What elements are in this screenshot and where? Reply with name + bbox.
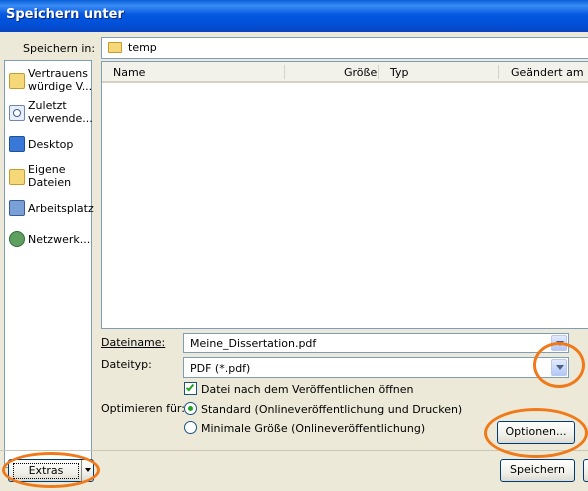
place-label: Eigene Dateien [28,163,72,189]
places-bar: Vertrauens würdige V... Zuletzt verwende… [4,60,94,468]
filetype-label: Dateityp: [101,358,152,371]
filename-label-text: Dateiname: [101,336,166,349]
column-type[interactable]: Typ [390,66,409,79]
save-button-label: Speichern [510,463,565,476]
radio-selected-dot [188,406,193,411]
filename-input[interactable]: Meine_Dissertation.pdf [183,333,569,353]
checkmark-icon [185,382,195,392]
optimize-standard-radio[interactable] [184,402,197,415]
save-button[interactable]: Speichern [500,459,575,482]
column-divider[interactable] [378,65,379,79]
place-label: Netzwerk... [28,233,91,246]
column-size[interactable]: Größe [344,66,377,79]
column-header-row: Name Größe Typ Geändert am [102,62,588,83]
place-recent[interactable]: Zuletzt verwende... [5,99,93,129]
recent-icon [9,105,25,121]
window-title: Speichern unter [6,7,124,22]
desktop-icon [9,136,25,152]
place-my-documents[interactable]: Eigene Dateien [5,163,91,193]
optimize-minimum-radio[interactable] [184,421,197,434]
highlight-circle-filetype-dropdown [533,342,585,388]
optimize-label: Optimieren für: [101,402,185,415]
network-icon [9,231,25,247]
cancel-button[interactable] [583,459,588,482]
highlight-circle-options-button [484,408,588,458]
folder-icon [9,73,25,89]
place-my-computer[interactable]: Arbeitsplatz [5,200,94,216]
open-after-publish-label: Datei nach dem Veröffentlichen öffnen [201,383,414,396]
column-modified[interactable]: Geändert am [511,66,584,79]
place-trusted[interactable]: Vertrauens würdige V... [5,67,93,97]
place-label: Desktop [28,138,74,151]
highlight-circle-tools-button [2,452,100,488]
optimize-minimum-label: Minimale Größe (Onlineveröffentlichung) [201,422,426,435]
filename-label: Dateiname: [101,336,165,349]
computer-icon [9,200,25,216]
place-desktop[interactable]: Desktop [5,136,91,152]
place-network[interactable]: Netzwerk... [5,231,91,247]
save-in-folder: temp [128,41,157,54]
filename-value: Meine_Dissertation.pdf [190,337,317,350]
save-in-combo[interactable]: temp [101,37,588,59]
column-divider[interactable] [498,65,499,79]
column-divider[interactable] [284,65,285,79]
title-bar: Speichern unter [0,0,588,32]
save-in-label: Speichern in: [23,42,96,55]
save-as-dialog: Speichern unter Speichern in: temp Vertr… [0,0,588,491]
filetype-select[interactable]: PDF (*.pdf) [183,357,569,378]
place-label: Zuletzt verwende... [28,99,93,125]
folder-icon [9,169,25,185]
open-after-publish-checkbox[interactable] [184,382,197,395]
folder-icon [108,42,122,53]
file-list[interactable]: Name Größe Typ Geändert am [101,61,588,329]
optimize-standard-label: Standard (Onlineveröffentlichung und Dru… [201,403,463,416]
filetype-value: PDF (*.pdf) [190,362,251,375]
column-name[interactable]: Name [113,66,145,79]
place-label: Vertrauens würdige V... [28,67,93,93]
place-label: Arbeitsplatz [28,202,94,215]
